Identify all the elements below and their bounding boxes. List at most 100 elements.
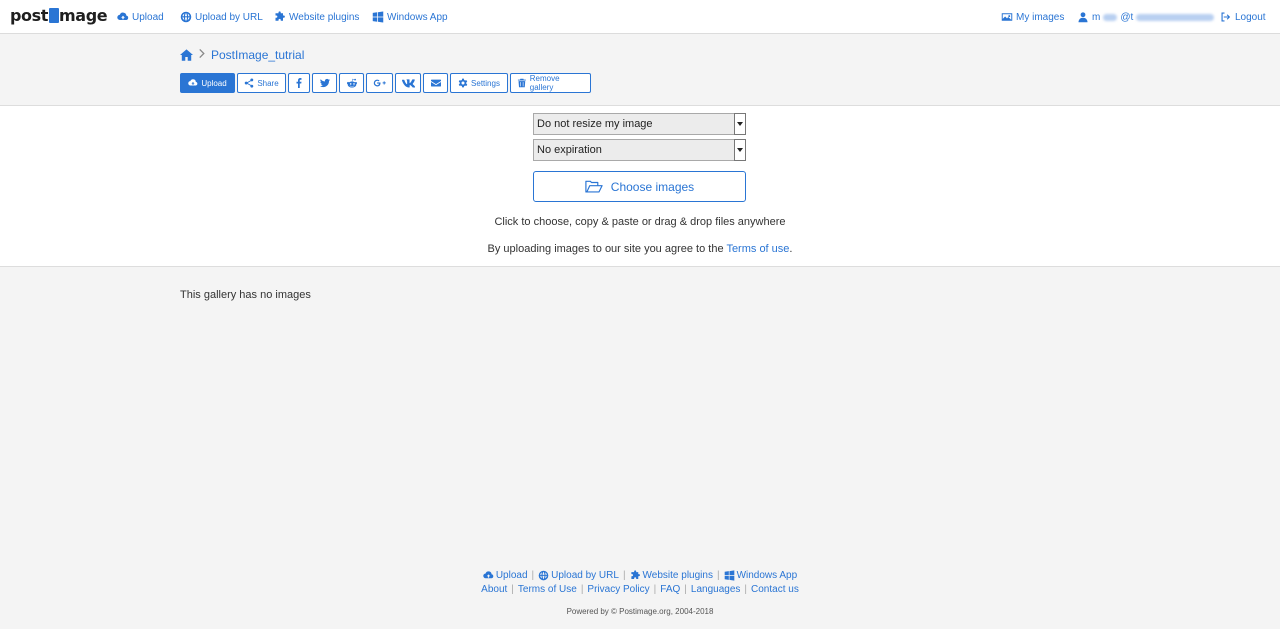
nav-windows-label: Windows App (387, 11, 448, 23)
footer: Upload | Upload by URL | Website plugins… (0, 568, 1280, 617)
footer-separator: | (622, 569, 626, 581)
terms-notice: By uploading images to our site you agre… (0, 243, 1280, 255)
footer-separator: | (684, 583, 687, 595)
google-plus-share-button[interactable] (366, 73, 393, 93)
cloud-upload-icon (117, 12, 129, 21)
folder-open-icon (585, 180, 603, 193)
gallery-title-link[interactable]: PostImage_tutrial (211, 48, 304, 62)
top-navbar: post mage Upload Upload by URL Website pl… (0, 0, 1280, 34)
nav-upload[interactable]: Upload (117, 11, 164, 23)
puzzle-icon (275, 11, 285, 21)
user-email-start: m (1092, 11, 1101, 23)
footer-upload-label: Upload (495, 569, 528, 581)
gallery-header: PostImage_tutrial Upload Share Settings … (0, 34, 1280, 106)
share-button[interactable]: Share (237, 73, 286, 93)
nav-upload-by-url[interactable]: Upload by URL (180, 11, 263, 23)
terms-of-use-link[interactable]: Terms of use (726, 243, 789, 255)
terms-period: . (789, 243, 793, 255)
choose-images-button[interactable]: Choose images (533, 171, 746, 202)
resize-select-value: Do not resize my image (537, 118, 653, 130)
email-share-button[interactable] (423, 73, 448, 93)
nav-upload-url-label: Upload by URL (195, 11, 263, 23)
globe-icon (538, 570, 549, 580)
remove-gallery-button[interactable]: Remove gallery (510, 73, 591, 93)
windows-icon (724, 569, 734, 581)
choose-images-label: Choose images (610, 179, 695, 194)
home-icon[interactable] (180, 49, 193, 61)
resize-select[interactable]: Do not resize my image (533, 113, 746, 135)
empty-gallery-message: This gallery has no images (180, 289, 311, 301)
sign-out-icon (1221, 12, 1231, 22)
footer-privacy-link[interactable]: Privacy Policy (587, 584, 649, 595)
footer-about-link[interactable]: About (481, 584, 507, 595)
email-redacted-domain (1136, 13, 1215, 21)
nav-windows-app[interactable]: Windows App (372, 11, 448, 23)
postimage-logo[interactable]: post mage (10, 6, 108, 25)
share-button-label: Share (257, 78, 279, 88)
footer-terms-link[interactable]: Terms of Use (518, 584, 577, 595)
footer-windows-label: Windows App (736, 569, 798, 581)
facebook-icon (296, 78, 302, 88)
expiration-select-value: No expiration (537, 144, 602, 156)
vk-share-button[interactable] (395, 73, 421, 93)
envelope-icon (430, 79, 441, 87)
footer-plugins-link[interactable]: Website plugins (630, 570, 713, 581)
trash-icon (517, 78, 526, 88)
footer-separator: | (580, 583, 584, 595)
reddit-share-button[interactable] (339, 73, 364, 93)
share-icon (245, 78, 254, 88)
footer-separator: | (744, 583, 748, 595)
footer-separator: | (511, 583, 514, 595)
image-icon (1001, 13, 1013, 21)
google-plus-icon (373, 79, 386, 87)
terms-text: By uploading images to our site you agre… (487, 243, 727, 255)
nav-upload-label: Upload (132, 11, 164, 23)
twitter-share-button[interactable] (312, 73, 337, 93)
footer-languages-link[interactable]: Languages (691, 584, 741, 595)
breadcrumb: PostImage_tutrial (180, 48, 304, 62)
windows-icon (372, 11, 384, 23)
user-icon (1078, 12, 1088, 23)
twitter-icon (319, 78, 330, 88)
footer-upload-url-link[interactable]: Upload by URL (538, 570, 619, 581)
footer-upload-link[interactable]: Upload (483, 570, 528, 581)
copyright: Powered by © Postimage.org, 2004-2018 (566, 607, 714, 616)
upload-button-label: Upload (201, 78, 227, 88)
nav-website-plugins[interactable]: Website plugins (274, 11, 359, 23)
chevron-right-icon (199, 49, 205, 61)
user-email-mid: @t (1120, 11, 1134, 23)
upload-button[interactable]: Upload (180, 73, 235, 93)
footer-plugins-label: Website plugins (642, 569, 713, 581)
cloud-upload-icon (188, 79, 198, 86)
nav-plugins-label: Website plugins (289, 11, 360, 23)
puzzle-icon (630, 569, 640, 579)
reddit-icon (346, 78, 357, 88)
globe-icon (180, 11, 192, 23)
upload-panel: Do not resize my image No expiration Cho… (0, 106, 1280, 267)
footer-row-primary: Upload | Upload by URL | Website plugins… (0, 568, 1280, 582)
logo-mark (48, 8, 59, 23)
nav-my-images[interactable]: My images (1001, 11, 1064, 23)
footer-separator: | (531, 569, 535, 581)
nav-my-images-label: My images (1016, 11, 1065, 23)
footer-separator: | (653, 583, 657, 595)
email-redacted-part (1103, 13, 1118, 21)
footer-upload-url-label: Upload by URL (551, 569, 619, 581)
nav-logout[interactable]: Logout (1220, 11, 1266, 23)
settings-button-label: Settings (471, 78, 500, 88)
footer-separator: | (716, 569, 720, 581)
upload-hint: Click to choose, copy & paste or drag & … (494, 216, 786, 228)
remove-gallery-label: Remove gallery (529, 74, 560, 92)
dropdown-arrow-icon (734, 113, 746, 135)
settings-button[interactable]: Settings (450, 73, 508, 93)
facebook-share-button[interactable] (288, 73, 310, 93)
footer-faq-link[interactable]: FAQ (660, 584, 680, 595)
footer-row-secondary: About | Terms of Use | Privacy Policy | … (0, 582, 1280, 596)
footer-windows-link[interactable]: Windows App (724, 569, 798, 581)
cloud-upload-icon (483, 570, 494, 578)
gear-icon (458, 78, 468, 88)
nav-logout-label: Logout (1235, 11, 1266, 23)
nav-user-account[interactable]: m @t (1077, 11, 1215, 23)
expiration-select[interactable]: No expiration (533, 139, 746, 161)
footer-contact-link[interactable]: Contact us (751, 584, 799, 595)
